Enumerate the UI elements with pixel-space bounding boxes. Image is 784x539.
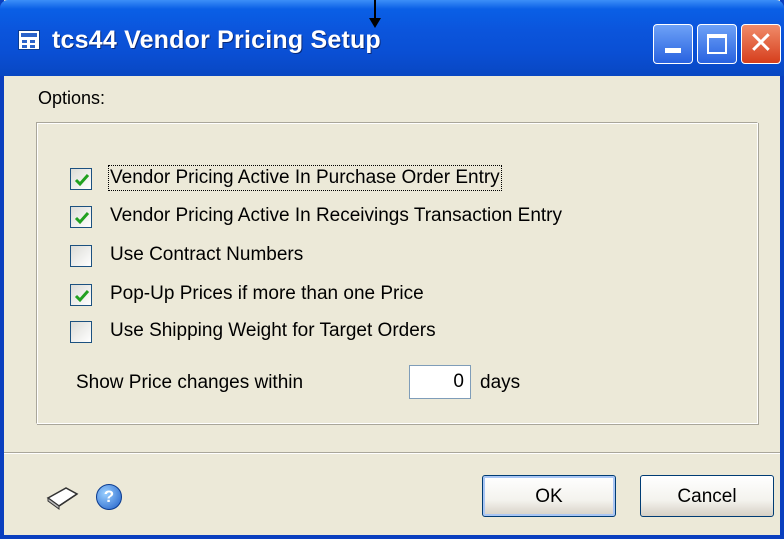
window-app-icon[interactable] [18, 30, 40, 50]
checkbox-box[interactable] [70, 168, 92, 190]
options-label: Options: [38, 88, 106, 108]
help-icon[interactable]: ? [96, 484, 122, 510]
minimize-icon [665, 48, 681, 53]
ok-button[interactable]: OK [482, 475, 616, 517]
note-icon[interactable] [44, 484, 80, 510]
price-changes-label: Show Price changes within [76, 372, 304, 393]
close-icon: ✕ [748, 27, 774, 60]
checkbox-box[interactable] [70, 206, 92, 228]
maximize-icon [707, 34, 727, 54]
minimize-button[interactable] [653, 24, 693, 64]
close-button[interactable]: ✕ [741, 24, 781, 64]
checkbox-label[interactable]: Vendor Pricing Active In Receivings Tran… [110, 205, 562, 227]
footer-divider [4, 452, 780, 454]
checkbox-label[interactable]: Vendor Pricing Active In Purchase Order … [108, 165, 502, 191]
cancel-button[interactable]: Cancel [640, 475, 774, 517]
days-unit-label: days [480, 372, 521, 393]
checkmark-icon [74, 174, 90, 187]
checkmark-icon [74, 212, 90, 225]
checkbox-box[interactable] [70, 284, 92, 306]
mouse-cursor-icon [369, 0, 381, 28]
checkmark-icon [74, 290, 90, 303]
maximize-button[interactable] [697, 24, 737, 64]
checkbox-label[interactable]: Pop-Up Prices if more than one Price [110, 283, 424, 305]
dialog-window: tcs44 Vendor Pricing Setup ✕ Options: Ve… [0, 0, 784, 539]
title-bar[interactable]: tcs44 Vendor Pricing Setup ✕ [0, 0, 784, 76]
checkbox-box[interactable] [70, 245, 92, 267]
window-title: tcs44 Vendor Pricing Setup [52, 26, 381, 54]
checkbox-box[interactable] [70, 321, 92, 343]
checkbox-label[interactable]: Use Shipping Weight for Target Orders [110, 320, 436, 342]
price-changes-days-input[interactable] [409, 365, 471, 399]
checkbox-label[interactable]: Use Contract Numbers [110, 244, 303, 266]
